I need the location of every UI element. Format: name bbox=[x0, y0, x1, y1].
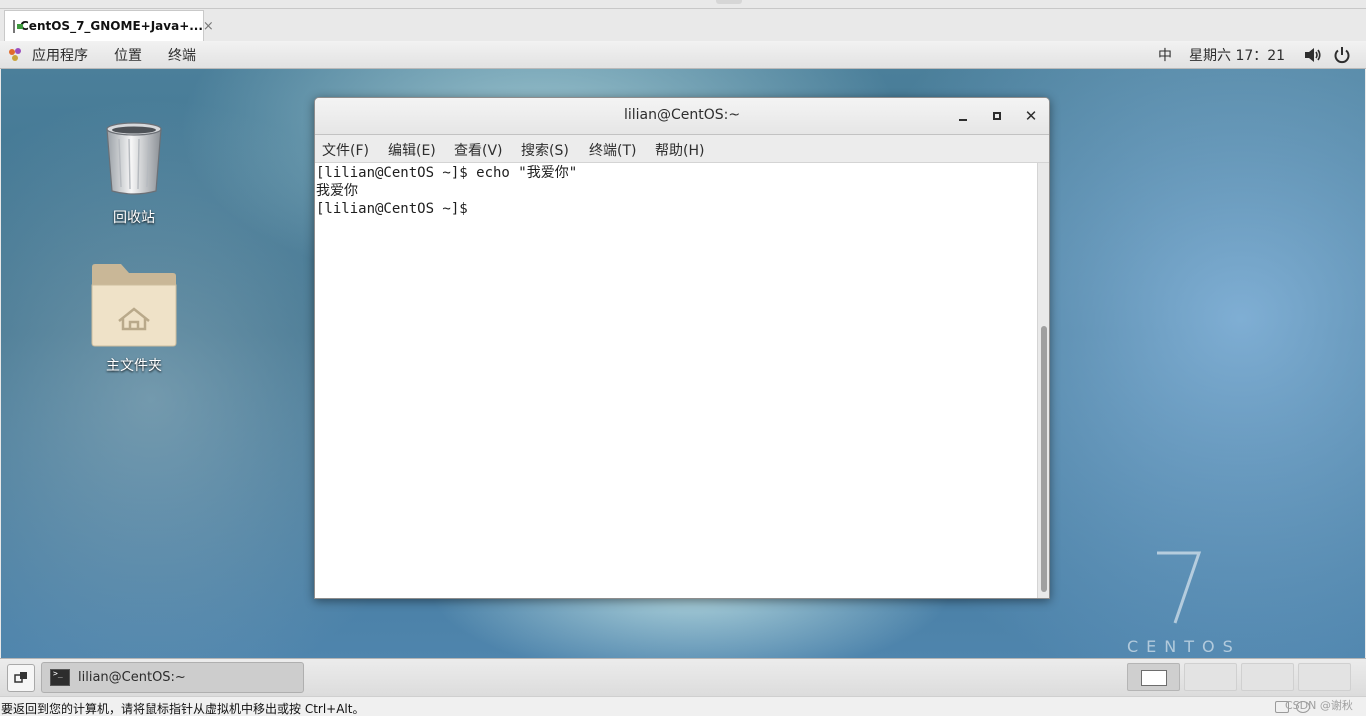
volume-icon[interactable] bbox=[1304, 47, 1322, 63]
terminal-line: 我爱你 bbox=[316, 183, 358, 199]
home-folder-icon bbox=[91, 264, 177, 347]
trash-label: 回收站 bbox=[113, 210, 155, 226]
maximize-button[interactable] bbox=[988, 107, 1006, 125]
menu-view[interactable]: 查看(V) bbox=[454, 140, 503, 160]
input-method-indicator[interactable]: 中 bbox=[1158, 45, 1172, 65]
taskbar-item-label: lilian@CentOS:~ bbox=[78, 670, 186, 685]
host-vm-tab-title: CentOS_7_GNOME+Java+... bbox=[20, 19, 203, 33]
power-icon[interactable] bbox=[1333, 46, 1351, 64]
host-vm-tab[interactable]: CentOS_7_GNOME+Java+... × bbox=[4, 10, 214, 41]
menu-edit[interactable]: 编辑(E) bbox=[388, 140, 436, 160]
show-desktop-button[interactable] bbox=[7, 664, 35, 692]
gnome-top-bar: 应用程序 位置 终端 中 星期六 17：21 bbox=[0, 41, 1366, 69]
host-divider bbox=[0, 8, 1366, 9]
host-tabstrip: CentOS_7_GNOME+Java+... × bbox=[0, 0, 1366, 41]
home-folder-label: 主文件夹 bbox=[106, 358, 162, 374]
desktop-icon-trash[interactable]: 回收站 bbox=[79, 119, 189, 227]
menu-help[interactable]: 帮助(H) bbox=[655, 140, 704, 160]
show-desktop-icon bbox=[14, 672, 27, 683]
gnome-bottom-bar: lilian@CentOS:~ bbox=[0, 658, 1366, 696]
minimize-button[interactable] bbox=[955, 107, 973, 125]
menu-file[interactable]: 文件(F) bbox=[322, 140, 369, 160]
terminal-app-menu[interactable]: 终端 bbox=[168, 45, 196, 65]
workspace-3[interactable] bbox=[1241, 663, 1294, 691]
centos-7-logo bbox=[1157, 551, 1202, 624]
host-status-text: 要返回到您的计算机，请将鼠标指针从虚拟机中移出或按 Ctrl+Alt。 bbox=[1, 702, 365, 716]
terminal-output[interactable]: [lilian@CentOS ~]$ echo "我爱你" 我爱你 [lilia… bbox=[315, 163, 1037, 598]
close-button[interactable]: ✕ bbox=[1022, 107, 1040, 125]
terminal-icon bbox=[50, 669, 70, 686]
places-menu[interactable]: 位置 bbox=[114, 45, 142, 65]
vm-icon bbox=[13, 19, 23, 33]
menu-terminal[interactable]: 终端(T) bbox=[589, 140, 636, 160]
centos-wordmark: CENTOS bbox=[1127, 637, 1241, 656]
apps-menu-icon[interactable] bbox=[9, 48, 24, 62]
taskbar-item-terminal[interactable]: lilian@CentOS:~ bbox=[41, 662, 304, 693]
clock[interactable]: 星期六 17：21 bbox=[1189, 45, 1285, 65]
terminal-line: [lilian@CentOS ~]$ echo "我爱你" bbox=[316, 165, 578, 181]
applications-menu[interactable]: 应用程序 bbox=[32, 45, 88, 65]
terminal-menubar: 文件(F) 编辑(E) 查看(V) 搜索(S) 终端(T) 帮助(H) bbox=[315, 135, 1049, 163]
host-top-handle[interactable] bbox=[716, 0, 742, 4]
terminal-prompt-line[interactable]: [lilian@CentOS ~]$ bbox=[316, 200, 1036, 218]
terminal-scrollbar[interactable] bbox=[1037, 163, 1049, 598]
watermark: CSDN @谢秋 bbox=[1285, 699, 1353, 712]
close-icon[interactable]: × bbox=[203, 19, 214, 34]
workspace-1[interactable] bbox=[1127, 663, 1180, 691]
terminal-window[interactable]: lilian@CentOS:~ ✕ 文件(F) 编辑(E) 查看(V) 搜索(S… bbox=[314, 97, 1050, 599]
workspace-window-thumb bbox=[1141, 670, 1167, 686]
terminal-title: lilian@CentOS:~ bbox=[623, 107, 741, 123]
host-status-bar: 要返回到您的计算机，请将鼠标指针从虚拟机中移出或按 Ctrl+Alt。 CSDN… bbox=[0, 696, 1366, 716]
desktop-icon-home-folder[interactable]: 主文件夹 bbox=[79, 263, 189, 375]
scrollbar-thumb[interactable] bbox=[1041, 326, 1047, 592]
terminal-titlebar[interactable]: lilian@CentOS:~ ✕ bbox=[315, 98, 1049, 135]
workspace-2[interactable] bbox=[1184, 663, 1237, 691]
workspace-4[interactable] bbox=[1298, 663, 1351, 691]
trash-icon bbox=[106, 122, 162, 195]
menu-search[interactable]: 搜索(S) bbox=[521, 140, 569, 160]
